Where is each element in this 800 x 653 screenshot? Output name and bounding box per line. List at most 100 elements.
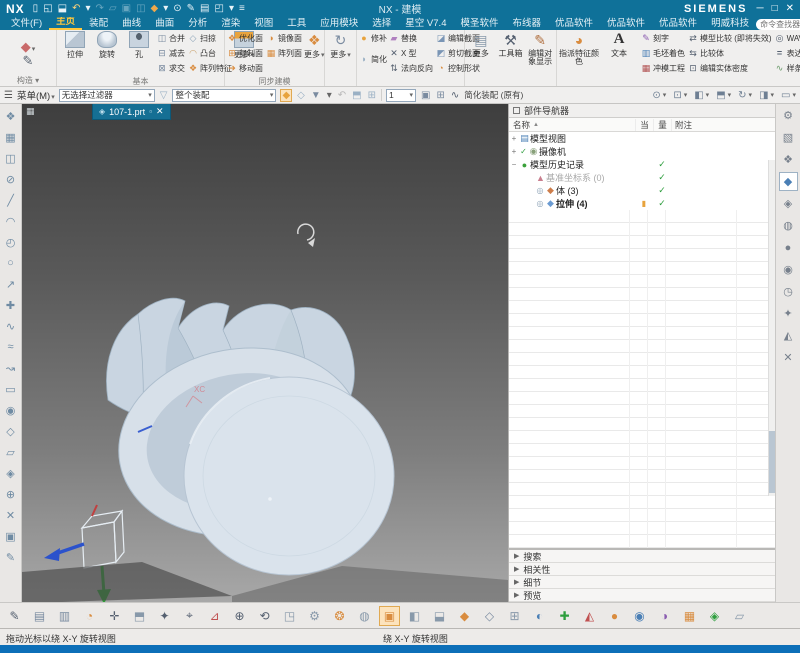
move-object-icon[interactable]: ◳: [279, 606, 300, 626]
ribbon-big-button[interactable]: 旋转: [91, 31, 123, 59]
tree-row[interactable]: ◎ ◆ 体 (3) ✓: [509, 184, 775, 197]
collapsible-section[interactable]: ▶ 细节: [509, 576, 775, 589]
ribbon-button[interactable]: ⊟ 减去: [157, 46, 185, 61]
constraint-navigator-icon[interactable]: ❖: [779, 150, 798, 169]
touch-mode-icon[interactable]: ✎: [187, 3, 195, 14]
open-icon[interactable]: ◱: [43, 3, 52, 14]
collapsible-section[interactable]: ▶ 预览: [509, 589, 775, 602]
menu-button[interactable]: 菜单(M)▾: [17, 88, 55, 102]
extrude-tool-icon[interactable]: ◫: [5, 148, 15, 168]
part-navigator-icon[interactable]: ◆: [778, 172, 798, 191]
tree-row[interactable]: − ● 模型历史记录 ✓: [509, 158, 775, 171]
sketch-pencil-icon[interactable]: ✎: [6, 547, 15, 567]
xtools-icon[interactable]: ✕: [779, 348, 798, 367]
ribbon-button[interactable]: ❖ 优化面: [227, 31, 263, 46]
ribbon-big-button[interactable]: ◕ 指派特征颜色: [559, 31, 599, 66]
line-icon[interactable]: ╱: [7, 190, 14, 210]
gear-icon[interactable]: ⚙: [779, 106, 798, 125]
minimize-button[interactable]: ─: [756, 3, 763, 14]
sort-icon[interactable]: ▲: [533, 122, 539, 128]
half-moon-icon[interactable]: ◐: [529, 606, 550, 626]
scrollbar-thumb[interactable]: [769, 431, 775, 493]
new-window-icon[interactable]: ▭ ▾: [781, 90, 796, 101]
ribbon-tab[interactable]: 优品软件: [600, 15, 652, 30]
web-browser-icon[interactable]: ◉: [779, 260, 798, 279]
save-icon[interactable]: ⬓: [58, 3, 67, 14]
reuse-library-icon[interactable]: ◈: [779, 194, 798, 213]
measure-icon[interactable]: ◭: [779, 326, 798, 345]
gem-icon[interactable]: ◈: [704, 606, 725, 626]
sheet-icon[interactable]: ▱: [6, 442, 14, 462]
sketch-view-icon[interactable]: ▥: [54, 606, 75, 626]
ribbon-button[interactable]: ⇆ 比较体: [688, 46, 772, 61]
rectangle-icon[interactable]: ▭: [5, 379, 15, 399]
graphics-window[interactable]: ▦ ◈ 107-1.prt ▫ ✕ XC: [22, 104, 508, 602]
datum-csys-icon[interactable]: ⊕: [229, 606, 250, 626]
ribbon-button[interactable]: ◎ WAVE 几何链接器: [775, 31, 800, 46]
polygon-icon[interactable]: ◇: [6, 421, 14, 441]
ribbon-button[interactable]: ∿ 样条 (即将失效): [775, 61, 800, 76]
mesh-ball-icon[interactable]: ❂: [329, 606, 350, 626]
copy-icon[interactable]: ▣: [122, 3, 131, 14]
undo-icon[interactable]: ↶: [72, 3, 80, 14]
maximize-button[interactable]: □: [772, 3, 778, 14]
quad-view-icon[interactable]: ⊞: [435, 90, 445, 101]
sketch-icon[interactable]: ✎: [23, 54, 34, 67]
point-line-icon[interactable]: ↗: [6, 274, 15, 294]
half-cube-icon[interactable]: ◧: [404, 606, 425, 626]
solid-diamond-icon[interactable]: ◆: [454, 606, 475, 626]
ribbon-button[interactable]: ⇄ 模型比较 (即将失效): [688, 31, 771, 46]
block-icon[interactable]: ⬒: [129, 606, 150, 626]
more-button[interactable]: ↻ 更多▾: [327, 31, 354, 60]
ribbon-button[interactable]: ⊠ 求交: [157, 61, 185, 76]
circle-dial-icon[interactable]: ◴: [6, 232, 16, 252]
ring-icon[interactable]: ◉: [629, 606, 650, 626]
plus-icon[interactable]: ✚: [6, 295, 15, 315]
mesh-icon[interactable]: ▦: [679, 606, 700, 626]
sketch-curve-menu-icon[interactable]: ◆▾: [21, 40, 36, 53]
expander-icon[interactable]: −: [509, 160, 519, 169]
add-body-icon[interactable]: ⊞: [367, 90, 377, 101]
ribbon-tab[interactable]: 优品软件: [548, 15, 600, 30]
arc-icon[interactable]: ◠: [6, 211, 16, 231]
selection-filter-icon[interactable]: ▼: [310, 90, 322, 101]
rotate-part-icon[interactable]: ⟲: [254, 606, 275, 626]
ribbon-tab[interactable]: 优品软件: [652, 15, 704, 30]
snapshot-icon[interactable]: ◨ ▾: [759, 90, 774, 101]
ribbon-tab[interactable]: 装配: [82, 15, 115, 30]
wave-curve-icon[interactable]: ≈: [7, 337, 13, 357]
gear-tool-icon[interactable]: ⚙: [304, 606, 325, 626]
filter-dropdown-icon[interactable]: ▾: [326, 90, 333, 101]
ribbon-button[interactable]: ⊞ 复制面: [227, 46, 263, 61]
ribbon-tab[interactable]: 曲面: [148, 15, 181, 30]
highlight-icon[interactable]: ◆: [280, 88, 293, 102]
fit-view-icon[interactable]: ⊡ ▾: [673, 90, 687, 101]
customize-icon[interactable]: ≡: [239, 3, 245, 14]
ribbon-tab[interactable]: 选择: [365, 15, 398, 30]
ribbon-tab[interactable]: 曲线: [115, 15, 148, 30]
ribbon-tab[interactable]: 工具: [280, 15, 313, 30]
target-icon[interactable]: ⌖: [179, 606, 200, 626]
ribbon-tab[interactable]: 分析: [181, 15, 214, 30]
ribbon-big-button[interactable]: A 文本: [599, 31, 639, 66]
more-button[interactable]: ❖ 更多▾: [304, 31, 325, 60]
assembly-navigator-icon[interactable]: ▧: [779, 128, 798, 147]
curve-simplify-icon[interactable]: ∿: [450, 90, 460, 101]
ribbon-button[interactable]: ➔ 移动面: [227, 61, 263, 76]
ribbon-tab[interactable]: 视图: [247, 15, 280, 30]
ribbon-tab[interactable]: 模圣软件: [453, 15, 505, 30]
undo-dropdown-icon[interactable]: ▾: [85, 3, 90, 14]
cone-icon[interactable]: ◭: [579, 606, 600, 626]
tree-row[interactable]: + ▤ 模型视图: [509, 132, 775, 145]
command-finder-icon[interactable]: ◆: [151, 3, 159, 14]
ribbon-tab[interactable]: 星空 V7.4: [398, 15, 453, 30]
ribbon-button[interactable]: = 表达式: [775, 46, 800, 61]
interpart-link-icon[interactable]: ◇: [296, 90, 306, 101]
ribbon-tab[interactable]: 应用模块: [313, 15, 365, 30]
ribbon-big-button[interactable]: ⚒ 工具箱: [497, 31, 525, 58]
visibility-icon[interactable]: ◎: [535, 186, 545, 195]
shaded-view-icon[interactable]: ◧ ▾: [694, 90, 709, 101]
windows-menu-icon[interactable]: ▾: [229, 3, 234, 14]
command-search[interactable]: [756, 19, 800, 30]
view-palette-icon[interactable]: ◍: [779, 216, 798, 235]
